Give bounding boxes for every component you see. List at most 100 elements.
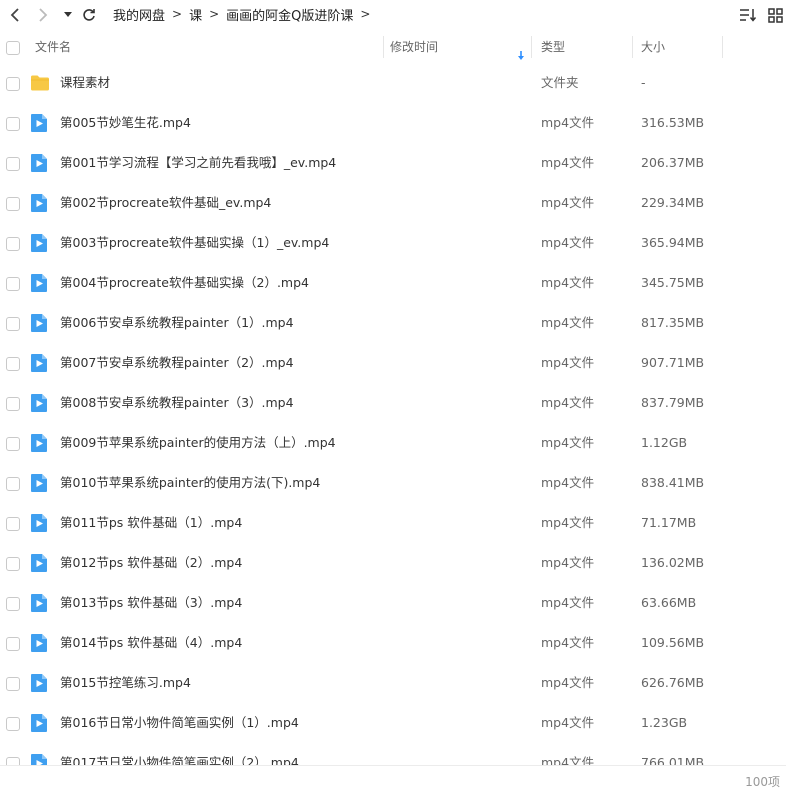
file-row[interactable]: 第004节procreate软件基础实操（2）.mp4 mp4文件 345.75MB (0, 263, 786, 303)
file-size: 817.35MB (641, 315, 705, 330)
file-type: mp4文件 (541, 315, 595, 330)
video-file-icon (30, 553, 50, 573)
row-checkbox[interactable] (6, 757, 20, 765)
file-row[interactable]: 第006节安卓系统教程painter（1）.mp4 mp4文件 817.35MB (0, 303, 786, 343)
row-checkbox[interactable] (6, 477, 20, 491)
row-checkbox[interactable] (6, 117, 20, 131)
file-row[interactable]: 第001节学习流程【学习之前先看我哦】_ev.mp4 mp4文件 206.37MB (0, 143, 786, 183)
video-file-icon (30, 233, 50, 253)
breadcrumb-separator-icon: > (172, 7, 183, 21)
video-file-icon (30, 313, 50, 333)
file-size: 837.79MB (641, 395, 705, 410)
folder-icon (30, 73, 50, 93)
sort-button[interactable] (739, 6, 757, 24)
file-size: 316.53MB (641, 115, 705, 130)
file-name[interactable]: 第005节妙笔生花.mp4 (60, 103, 191, 143)
file-type: mp4文件 (541, 435, 595, 450)
column-modified[interactable]: 修改时间 (390, 32, 438, 62)
file-name[interactable]: 第014节ps 软件基础（4）.mp4 (60, 623, 242, 663)
video-file-icon (30, 473, 50, 493)
sort-list-icon (740, 9, 757, 22)
file-row[interactable]: 第011节ps 软件基础（1）.mp4 mp4文件 71.17MB (0, 503, 786, 543)
file-name[interactable]: 第015节控笔练习.mp4 (60, 663, 191, 703)
file-name[interactable]: 第011节ps 软件基础（1）.mp4 (60, 503, 242, 543)
row-checkbox[interactable] (6, 197, 20, 211)
file-name[interactable]: 第006节安卓系统教程painter（1）.mp4 (60, 303, 294, 343)
file-name[interactable]: 第016节日常小物件简笔画实例（1）.mp4 (60, 703, 299, 743)
select-all-checkbox[interactable] (6, 41, 20, 55)
file-name[interactable]: 第012节ps 软件基础（2）.mp4 (60, 543, 242, 583)
file-type: mp4文件 (541, 715, 595, 730)
file-row[interactable]: 第002节procreate软件基础_ev.mp4 mp4文件 229.34MB (0, 183, 786, 223)
breadcrumb-item[interactable]: 我的网盘 (110, 5, 168, 24)
row-checkbox[interactable] (6, 237, 20, 251)
column-name[interactable]: 文件名 (35, 32, 71, 62)
file-name[interactable]: 第003节procreate软件基础实操（1）_ev.mp4 (60, 223, 329, 263)
file-row[interactable]: 第009节苹果系统painter的使用方法（上）.mp4 mp4文件 1.12GB (0, 423, 786, 463)
file-row[interactable]: 第007节安卓系统教程painter（2）.mp4 mp4文件 907.71MB (0, 343, 786, 383)
file-row[interactable]: 第012节ps 软件基础（2）.mp4 mp4文件 136.02MB (0, 543, 786, 583)
row-checkbox[interactable] (6, 557, 20, 571)
file-name[interactable]: 第013节ps 软件基础（3）.mp4 (60, 583, 242, 623)
row-checkbox[interactable] (6, 677, 20, 691)
file-size: 345.75MB (641, 275, 705, 290)
grid-view-icon (767, 7, 783, 23)
row-checkbox[interactable] (6, 437, 20, 451)
file-size: 136.02MB (641, 555, 705, 570)
row-checkbox[interactable] (6, 157, 20, 171)
row-checkbox[interactable] (6, 397, 20, 411)
file-row[interactable]: 第008节安卓系统教程painter（3）.mp4 mp4文件 837.79MB (0, 383, 786, 423)
file-row[interactable]: 第014节ps 软件基础（4）.mp4 mp4文件 109.56MB (0, 623, 786, 663)
breadcrumb-separator-icon: > (209, 7, 220, 21)
file-row[interactable]: 第003节procreate软件基础实操（1）_ev.mp4 mp4文件 365.9… (0, 223, 786, 263)
back-button[interactable] (5, 5, 25, 25)
file-row[interactable]: 第010节苹果系统painter的使用方法(下).mp4 mp4文件 838.41M… (0, 463, 786, 503)
file-row[interactable]: 第017节日常小物件简笔画实例（2）.mp4 mp4文件 766.01MB (0, 743, 786, 765)
row-checkbox[interactable] (6, 517, 20, 531)
file-name[interactable]: 第008节安卓系统教程painter（3）.mp4 (60, 383, 294, 423)
breadcrumb-item[interactable]: 画画的阿金Q版进阶课 (223, 5, 356, 24)
file-name[interactable]: 第002节procreate软件基础_ev.mp4 (60, 183, 271, 223)
column-type[interactable]: 类型 (541, 32, 565, 62)
file-name[interactable]: 第004节procreate软件基础实操（2）.mp4 (60, 263, 309, 303)
video-file-icon (30, 273, 50, 293)
file-row[interactable]: 课程素材 文件夹 - (0, 63, 786, 103)
file-row[interactable]: 第015节控笔练习.mp4 mp4文件 626.76MB (0, 663, 786, 703)
video-file-icon (30, 673, 50, 693)
file-name[interactable]: 第010节苹果系统painter的使用方法(下).mp4 (60, 463, 320, 503)
column-size[interactable]: 大小 (641, 32, 665, 62)
video-file-icon (30, 153, 50, 173)
file-name[interactable]: 第017节日常小物件简笔画实例（2）.mp4 (60, 743, 299, 765)
forward-button[interactable] (33, 5, 53, 25)
row-checkbox[interactable] (6, 637, 20, 651)
row-checkbox[interactable] (6, 77, 20, 91)
file-row[interactable]: 第013节ps 软件基础（3）.mp4 mp4文件 63.66MB (0, 583, 786, 623)
file-name[interactable]: 课程素材 (60, 63, 110, 103)
file-name[interactable]: 第009节苹果系统painter的使用方法（上）.mp4 (60, 423, 336, 463)
file-size: 206.37MB (641, 155, 705, 170)
file-name[interactable]: 第007节安卓系统教程painter（2）.mp4 (60, 343, 294, 383)
file-name[interactable]: 第001节学习流程【学习之前先看我哦】_ev.mp4 (60, 143, 336, 183)
breadcrumb-item[interactable]: 课 (186, 5, 205, 24)
column-divider (632, 36, 633, 58)
file-type: mp4文件 (541, 755, 595, 765)
row-checkbox[interactable] (6, 597, 20, 611)
file-type: mp4文件 (541, 235, 595, 250)
file-type: mp4文件 (541, 195, 595, 210)
video-file-icon (30, 433, 50, 453)
file-type: mp4文件 (541, 115, 595, 130)
row-checkbox[interactable] (6, 357, 20, 371)
row-checkbox[interactable] (6, 717, 20, 731)
file-type: mp4文件 (541, 155, 595, 170)
file-row[interactable]: 第016节日常小物件简笔画实例（1）.mp4 mp4文件 1.23GB (0, 703, 786, 743)
row-checkbox[interactable] (6, 277, 20, 291)
video-file-icon (30, 193, 50, 213)
file-size: 109.56MB (641, 635, 705, 650)
row-checkbox[interactable] (6, 317, 20, 331)
history-dropdown-button[interactable] (61, 7, 75, 23)
file-row[interactable]: 第005节妙笔生花.mp4 mp4文件 316.53MB (0, 103, 786, 143)
file-size: - (641, 75, 646, 90)
grid-view-button[interactable] (767, 6, 783, 24)
file-type: 文件夹 (541, 75, 579, 90)
refresh-button[interactable] (80, 5, 98, 25)
